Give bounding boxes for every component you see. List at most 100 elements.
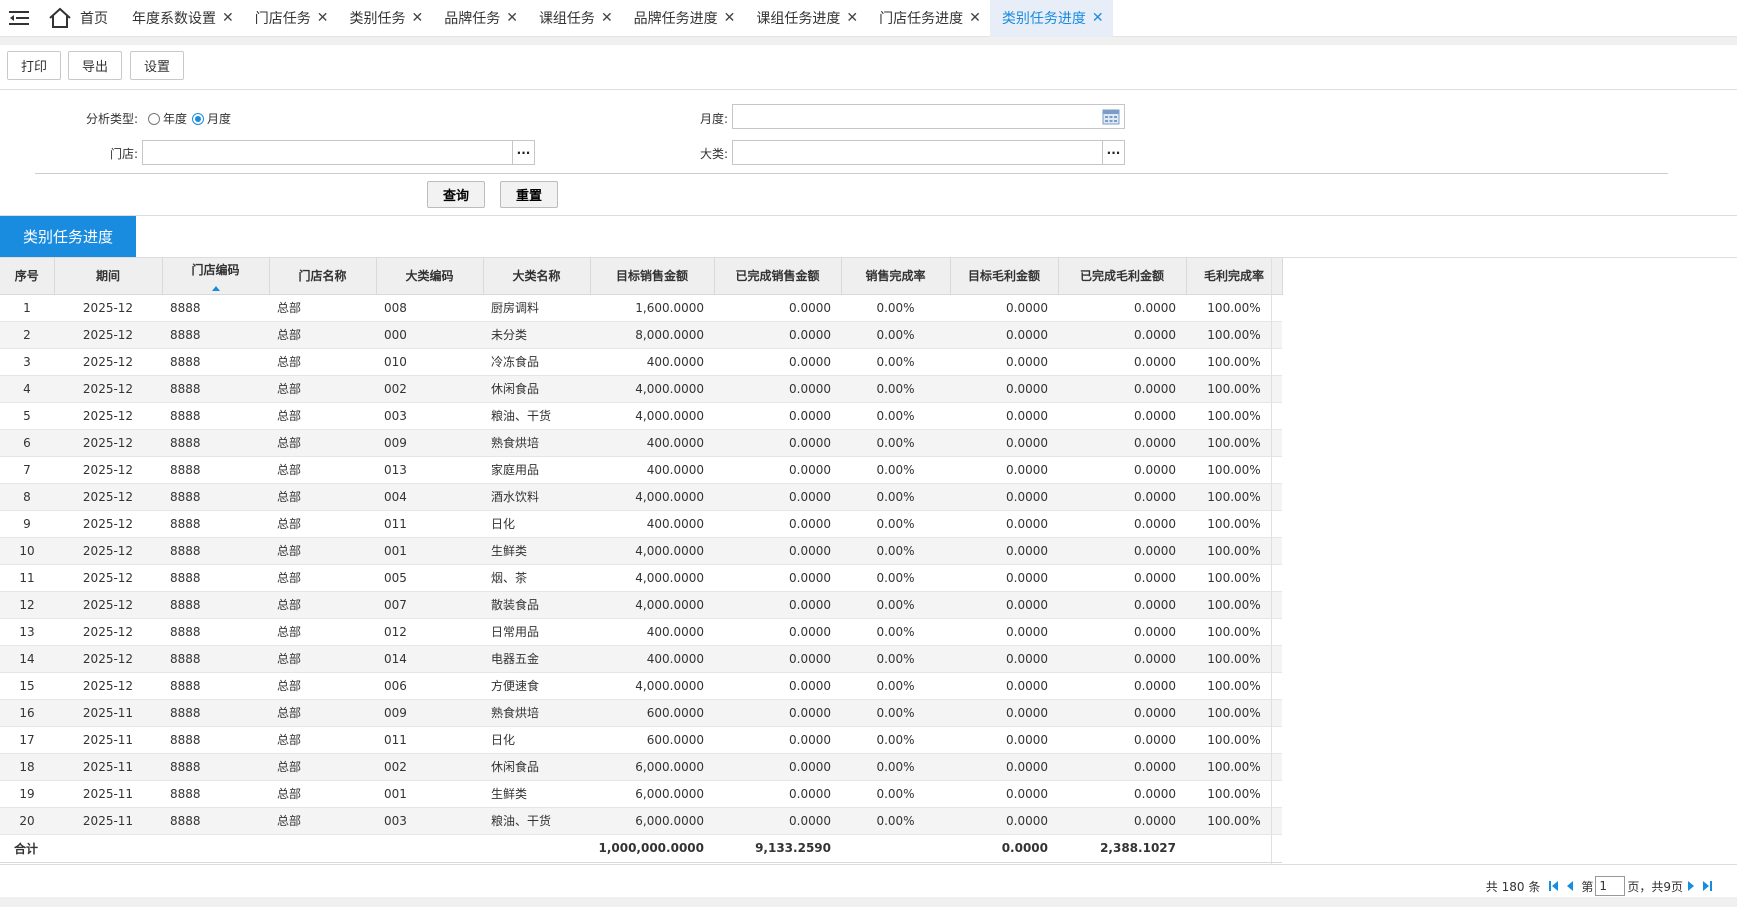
category-input[interactable] xyxy=(732,140,1103,165)
prev-page-icon[interactable] xyxy=(1564,880,1576,892)
table-cell: 8888 xyxy=(162,780,269,808)
column-header[interactable]: 销售完成率 xyxy=(841,258,951,295)
table-cell: 4,000.0000 xyxy=(590,591,714,619)
table-row[interactable]: 13 2025-12 8888 总部 012 日常用品 400.0000 0.0000 0.00… xyxy=(0,618,1282,646)
table-row[interactable]: 7 2025-12 8888 总部 013 家庭用品 400.0000 0.0000 0.00%… xyxy=(0,456,1282,484)
table-cell: 休闲食品 xyxy=(483,753,590,781)
table-cell: 8888 xyxy=(162,591,269,619)
table-row[interactable]: 8 2025-12 8888 总部 004 酒水饮料 4,000.0000 0.0000 0.0… xyxy=(0,483,1282,511)
table-cell: 8888 xyxy=(162,564,269,592)
table-row[interactable]: 4 2025-12 8888 总部 002 休闲食品 4,000.0000 0.0000 0.0… xyxy=(0,375,1282,403)
tab-3[interactable]: 类别任务 ✕ xyxy=(337,0,432,37)
close-icon[interactable]: ✕ xyxy=(506,10,518,26)
table-cell: 总部 xyxy=(269,456,376,484)
last-page-icon[interactable] xyxy=(1701,880,1713,892)
table-row[interactable]: 15 2025-12 8888 总部 006 方便速食 4,000.0000 0.0000 0.… xyxy=(0,672,1282,700)
column-header[interactable]: 门店编码 xyxy=(162,258,270,295)
table-row[interactable]: 10 2025-12 8888 总部 001 生鲜类 4,000.0000 0.0000 0.0… xyxy=(0,537,1282,565)
month-input[interactable] xyxy=(732,104,1125,129)
radio-year-dot[interactable] xyxy=(148,112,160,125)
table-cell: 7 xyxy=(0,456,54,484)
pager: 共 180 条 第 1 页，共9页 xyxy=(1486,876,1715,896)
page-number-input[interactable]: 1 xyxy=(1595,876,1626,896)
close-icon[interactable]: ✕ xyxy=(411,10,423,26)
total-cell: 2,388.1027 xyxy=(1058,834,1186,863)
table-cell: 粮油、干货 xyxy=(483,807,590,835)
column-header[interactable]: 大类名称 xyxy=(483,258,591,295)
table-row[interactable]: 11 2025-12 8888 总部 005 烟、茶 4,000.0000 0.0000 0.0… xyxy=(0,564,1282,592)
column-header[interactable]: 目标毛利金额 xyxy=(950,258,1059,295)
next-page-icon[interactable] xyxy=(1685,880,1697,892)
tab-5[interactable]: 课组任务 ✕ xyxy=(527,0,622,37)
table-cell: 001 xyxy=(376,537,483,565)
close-icon[interactable]: ✕ xyxy=(222,10,234,26)
close-icon[interactable]: ✕ xyxy=(317,10,329,26)
table-row[interactable]: 5 2025-12 8888 总部 003 粮油、干货 4,000.0000 0.0000 0.… xyxy=(0,402,1282,430)
tab-8[interactable]: 门店任务进度 ✕ xyxy=(867,0,990,37)
close-icon[interactable]: ✕ xyxy=(846,10,858,26)
column-header[interactable]: 期间 xyxy=(54,258,163,295)
category-picker-button[interactable]: ··· xyxy=(1102,140,1125,165)
table-row[interactable]: 12 2025-12 8888 总部 007 散装食品 4,000.0000 0.0000 0.… xyxy=(0,591,1282,619)
table-row[interactable]: 18 2025-11 8888 总部 002 休闲食品 6,000.0000 0.0000 0.… xyxy=(0,753,1282,781)
radio-month[interactable]: 月度 xyxy=(192,110,231,127)
column-header[interactable]: 目标销售金额 xyxy=(590,258,715,295)
table-row[interactable]: 6 2025-12 8888 总部 009 熟食烘培 400.0000 0.0000 0.00%… xyxy=(0,429,1282,457)
store-picker-button[interactable]: ··· xyxy=(512,140,535,165)
close-icon[interactable]: ✕ xyxy=(724,10,736,26)
column-header[interactable]: 序号 xyxy=(0,258,55,295)
table-cell: 008 xyxy=(376,294,483,322)
settings-button[interactable]: 设置 xyxy=(130,51,184,80)
column-header[interactable]: 门店名称 xyxy=(269,258,377,295)
table-row[interactable]: 2 2025-12 8888 总部 000 未分类 8,000.0000 0.0000 0.00… xyxy=(0,321,1282,349)
tab-home[interactable]: 首页 xyxy=(38,0,120,37)
table-row[interactable]: 19 2025-11 8888 总部 001 生鲜类 6,000.0000 0.0000 0.0… xyxy=(0,780,1282,808)
close-icon[interactable]: ✕ xyxy=(601,10,613,26)
store-input[interactable] xyxy=(142,140,513,165)
radio-month-dot[interactable] xyxy=(192,112,204,125)
table-row[interactable]: 9 2025-12 8888 总部 011 日化 400.0000 0.0000 0.00% 0.… xyxy=(0,510,1282,538)
column-header[interactable]: 大类编码 xyxy=(376,258,484,295)
table-row[interactable]: 14 2025-12 8888 总部 014 电器五金 400.0000 0.0000 0.00… xyxy=(0,645,1282,673)
table-cell: 400.0000 xyxy=(590,456,714,484)
table-cell: 0.0000 xyxy=(1058,699,1186,727)
close-icon[interactable]: ✕ xyxy=(1092,10,1104,26)
export-button[interactable]: 导出 xyxy=(68,51,122,80)
column-header[interactable]: 毛利完成率 xyxy=(1186,258,1283,295)
tab-9[interactable]: 类别任务进度 ✕ xyxy=(989,0,1113,37)
column-header[interactable]: 已完成销售金额 xyxy=(714,258,842,295)
table-cell: 000 xyxy=(376,321,483,349)
tab-1[interactable]: 年度系数设置 ✕ xyxy=(120,0,243,37)
form-divider xyxy=(35,173,1668,174)
table-cell: 8888 xyxy=(162,753,269,781)
table-row[interactable]: 3 2025-12 8888 总部 010 冷冻食品 400.0000 0.0000 0.00%… xyxy=(0,348,1282,376)
menu-toggle-icon[interactable] xyxy=(0,0,38,37)
tab-home-label: 首页 xyxy=(80,11,108,27)
table-cell: 400.0000 xyxy=(590,510,714,538)
calendar-icon[interactable] xyxy=(1102,108,1120,125)
table-cell: 0.00% xyxy=(841,537,950,565)
reset-button[interactable]: 重置 xyxy=(500,181,558,208)
table-cell: 6,000.0000 xyxy=(590,753,714,781)
radio-year[interactable]: 年度 xyxy=(148,110,187,127)
table-cell: 0.0000 xyxy=(950,483,1058,511)
close-icon[interactable]: ✕ xyxy=(969,10,981,26)
tab-4[interactable]: 品牌任务 ✕ xyxy=(432,0,527,37)
table-cell: 600.0000 xyxy=(590,699,714,727)
table-cell: 15 xyxy=(0,672,54,700)
table-row[interactable]: 1 2025-12 8888 总部 008 厨房调料 1,600.0000 0.0000 0.0… xyxy=(0,294,1282,322)
table-row[interactable]: 20 2025-11 8888 总部 003 粮油、干货 6,000.0000 0.0000 0… xyxy=(0,807,1282,835)
print-button[interactable]: 打印 xyxy=(7,51,61,80)
grid-right-border xyxy=(1271,258,1272,864)
table-cell: 总部 xyxy=(269,645,376,673)
column-header[interactable]: 已完成毛利金额 xyxy=(1058,258,1187,295)
table-row[interactable]: 17 2025-11 8888 总部 011 日化 600.0000 0.0000 0.00% 0… xyxy=(0,726,1282,754)
tab-6[interactable]: 品牌任务进度 ✕ xyxy=(622,0,745,37)
table-cell: 0.0000 xyxy=(714,672,841,700)
table-cell: 熟食烘培 xyxy=(483,429,590,457)
first-page-icon[interactable] xyxy=(1548,880,1560,892)
table-row[interactable]: 16 2025-11 8888 总部 009 熟食烘培 600.0000 0.0000 0.00… xyxy=(0,699,1282,727)
query-button[interactable]: 查询 xyxy=(427,181,485,208)
tab-7[interactable]: 课组任务进度 ✕ xyxy=(744,0,867,37)
tab-2[interactable]: 门店任务 ✕ xyxy=(243,0,338,37)
